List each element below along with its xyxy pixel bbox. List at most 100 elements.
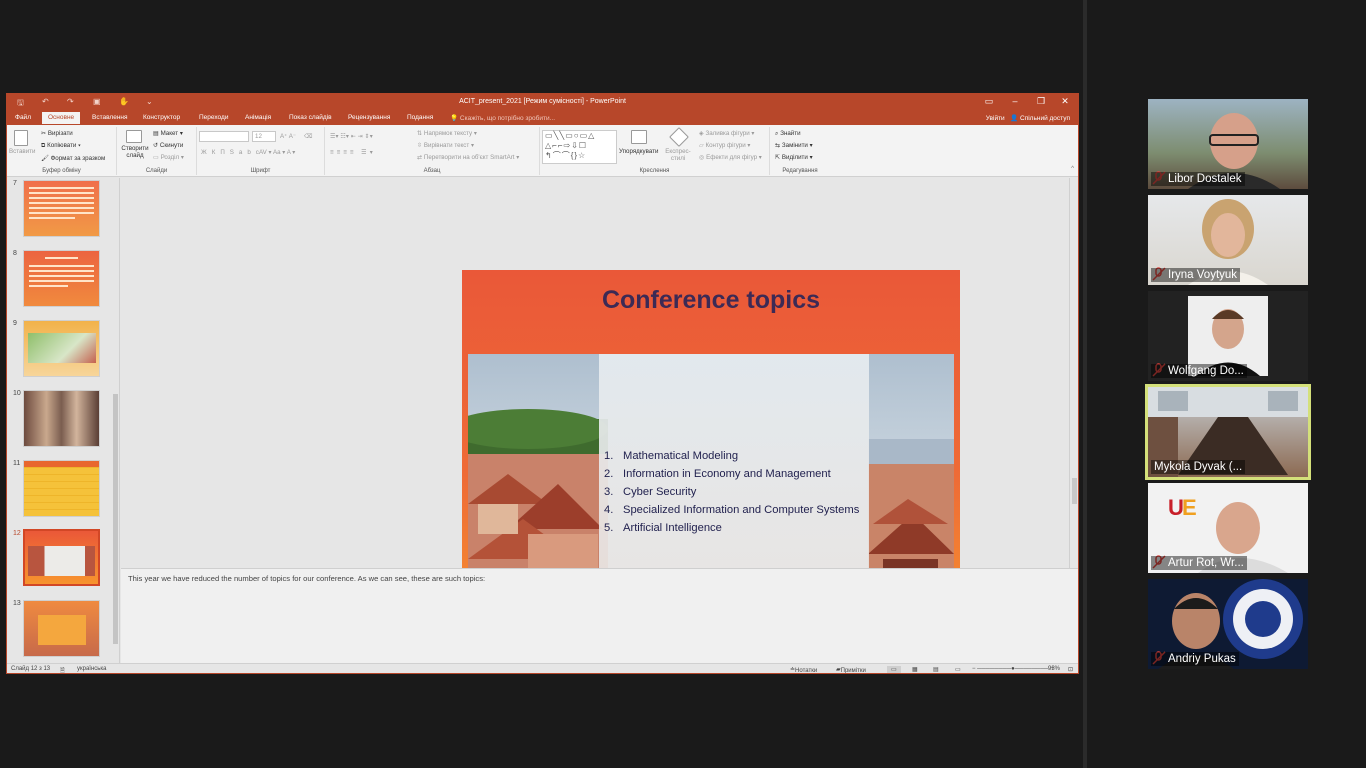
paste-button[interactable]: Вставити <box>9 148 35 155</box>
slideshow-view-icon[interactable]: ▭ <box>955 666 961 673</box>
list-item: 5. Artificial Intelligence <box>604 522 722 534</box>
align-text-button[interactable]: ⇳ Вирівнати текст ▾ <box>417 142 474 149</box>
search-icon: ⌕ <box>775 130 779 137</box>
thumbnails-scrollbar[interactable] <box>112 178 119 663</box>
format-painter-button[interactable]: 🖌 Формат за зразком <box>41 154 105 162</box>
cut-button[interactable]: ✂ Вирізати <box>41 130 73 137</box>
participant-tile-active-speaker[interactable]: Mykola Dyvak (... <box>1145 384 1311 480</box>
section-button[interactable]: ▭ Розділ ▾ <box>153 154 184 161</box>
select-button[interactable]: ⇱ Виділити ▾ <box>775 154 813 161</box>
brush-icon: 🖌 <box>41 155 49 162</box>
tell-me-text: Скажіть, що потрібно зробити... <box>459 115 556 122</box>
find-button[interactable]: ⌕ Знайти <box>775 130 801 138</box>
paste-icon[interactable] <box>14 130 28 146</box>
tab-transitions[interactable]: Переходи <box>199 114 228 121</box>
copy-button[interactable]: ⧉ Копіювати ▾ <box>41 142 81 150</box>
thumbnail-slide-11[interactable] <box>23 460 100 517</box>
svg-text:E: E <box>1182 495 1197 520</box>
shape-outline-button[interactable]: ▱ Контур фігури ▾ <box>699 142 751 149</box>
participant-name: Artur Rot, Wr... <box>1151 556 1247 570</box>
text-direction-button[interactable]: ⇅ Напрямок тексту ▾ <box>417 130 477 137</box>
slide-scrollbar[interactable] <box>1069 178 1078 568</box>
tell-me-search[interactable]: 💡 Скажіть, що потрібно зробити... <box>450 114 555 122</box>
slide-title[interactable]: Conference topics <box>462 286 960 315</box>
clear-format-icon[interactable]: ⌫ <box>304 133 313 140</box>
arrange-button[interactable]: Упорядкувати <box>619 148 658 155</box>
shape-fill-button[interactable]: ◈ Заливка фігури ▾ <box>699 130 755 137</box>
participant-tile[interactable]: Iryna Voytyuk <box>1148 195 1308 285</box>
slide-sorter-icon[interactable]: ▦ <box>912 666 918 673</box>
shapes-gallery[interactable]: ▭╲╲▭○▭△ △⌐⌐⇨⇩☐ ↰⌒⌒{}☆ <box>542 130 617 164</box>
arrange-icon[interactable] <box>631 130 647 144</box>
char-spacing-icon[interactable]: AV ▾ Aa ▾ A ▾ <box>259 149 295 156</box>
comments-toggle[interactable]: ▰ Примітки <box>836 666 866 673</box>
thumbnail-slide-10[interactable] <box>23 390 100 447</box>
tab-review[interactable]: Рецензування <box>348 114 390 121</box>
font-style-buttons[interactable]: ЖКПSabc <box>201 149 264 156</box>
bullets-icon[interactable]: ☰▾ ☷▾ ⇤ ⇥ ⇕▾ <box>330 133 373 140</box>
ribbon-tabs: Файл Основне Вставлення Конструктор Пере… <box>7 111 1078 125</box>
alignment-icons[interactable]: ≡≡≡≡ ☰▾ <box>330 149 376 156</box>
participant-name: Libor Dostalek <box>1151 172 1245 186</box>
notes-toggle[interactable]: ≐ Нотатки <box>790 666 817 673</box>
editing-group-label: Редагування <box>782 168 818 174</box>
new-slide-icon[interactable] <box>126 130 142 143</box>
quick-styles-icon[interactable] <box>669 127 689 147</box>
tab-animations[interactable]: Анімація <box>245 114 271 121</box>
slide-photo: 1. Mathematical Modeling 2. Information in… <box>468 354 954 597</box>
layout-button[interactable]: ▤ Макет ▾ <box>153 130 183 137</box>
convert-smartart-button[interactable]: ⇄ Перетворити на об'єкт SmartArt ▾ <box>417 154 519 161</box>
thumbnail-slide-8[interactable] <box>23 250 100 307</box>
participant-tile[interactable]: Andriy Pukas <box>1148 579 1308 669</box>
zoom-level[interactable]: 93% <box>1048 666 1060 672</box>
participant-tile[interactable]: U E Artur Rot, Wr... <box>1148 483 1308 573</box>
maximize-button[interactable]: ❐ <box>1030 96 1052 107</box>
share-button[interactable]: Спільний доступ <box>1020 115 1070 122</box>
reset-button[interactable]: ↺ Скинути <box>153 142 183 149</box>
tab-insert[interactable]: Вставлення <box>92 114 128 121</box>
tab-design[interactable]: Конструктор <box>143 114 180 121</box>
topics-list[interactable]: 1. Mathematical Modeling 2. Information in… <box>604 450 868 540</box>
participant-tile[interactable]: Wolfgang Do... <box>1148 291 1308 381</box>
thumbnail-slide-12[interactable] <box>23 529 100 586</box>
thumbnail-slide-7[interactable] <box>23 180 100 237</box>
notes-pane[interactable]: This year we have reduced the number of … <box>121 568 1078 663</box>
powerpoint-window: 🖫 ↶ ↷ ▣ ✋ ⌄ ACIT_present_2021 [Режим сум… <box>6 93 1079 674</box>
tab-slideshow[interactable]: Показ слайдів <box>289 114 332 121</box>
font-name-box[interactable] <box>199 131 249 142</box>
shape-effects-button[interactable]: ◎ Ефекти для фігур ▾ <box>699 154 762 161</box>
panel-divider[interactable] <box>1083 0 1087 768</box>
fit-slide-icon[interactable]: ⊡ <box>1068 666 1073 673</box>
signin-link[interactable]: Увійти <box>986 115 1005 122</box>
collapse-ribbon-icon[interactable]: ^ <box>1071 165 1074 172</box>
language-indicator[interactable]: українська <box>77 666 107 672</box>
tab-file[interactable]: Файл <box>15 114 31 121</box>
lightbulb-icon: 💡 <box>450 115 459 122</box>
quick-styles-button[interactable]: Експрес-стилі <box>664 148 692 162</box>
normal-view-icon[interactable]: ▭ <box>887 666 901 673</box>
grow-font-icon[interactable]: A⁺ A⁻ <box>280 133 296 140</box>
font-size-box[interactable]: 12 <box>252 131 276 142</box>
speaker-notes[interactable]: This year we have reduced the number of … <box>128 574 485 583</box>
participant-name: Wolfgang Do... <box>1151 364 1247 378</box>
minimize-button[interactable]: – <box>1004 96 1026 106</box>
thumb-number: 10 <box>13 390 21 397</box>
ribbon: Вставити ✂ Вирізати ⧉ Копіювати ▾ 🖌 Форм… <box>7 125 1078 177</box>
ribbon-options-icon[interactable]: ▭ <box>978 96 1000 107</box>
participant-tile[interactable]: Libor Dostalek <box>1148 99 1308 189</box>
zoom-slider[interactable]: − ────────●──────── + <box>972 666 1054 672</box>
new-slide-button[interactable]: Створити слайд <box>120 145 150 159</box>
thumbnail-slide-13[interactable] <box>23 600 100 657</box>
close-button[interactable]: ✕ <box>1054 96 1076 107</box>
font-group: 12 A⁺ A⁻ ⌫ ЖКПSabc AV ▾ Aa ▾ A ▾ Шрифт <box>197 127 325 175</box>
share-icon: 👤 <box>1010 115 1019 122</box>
tab-home[interactable]: Основне <box>42 112 81 124</box>
reading-view-icon[interactable]: ▤ <box>933 666 939 673</box>
slide-counter: Слайд 12 з 13 <box>11 666 51 672</box>
screen: 🖫 ↶ ↷ ▣ ✋ ⌄ ACIT_present_2021 [Режим сум… <box>0 0 1366 768</box>
drawing-group-label: Креслення <box>639 168 670 174</box>
tab-view[interactable]: Подання <box>407 114 433 121</box>
spellcheck-icon[interactable]: 🗎 <box>60 666 65 673</box>
thumbnail-slide-9[interactable] <box>23 320 100 377</box>
replace-button[interactable]: ⇆ Замінити ▾ <box>775 142 813 149</box>
